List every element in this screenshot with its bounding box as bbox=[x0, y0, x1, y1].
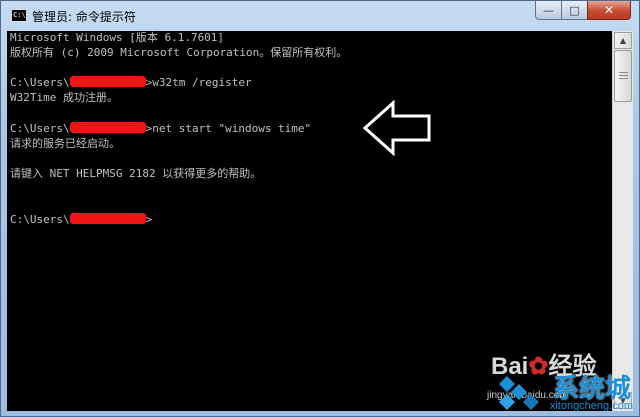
close-icon: ✕ bbox=[603, 3, 615, 17]
minimize-button[interactable]: — bbox=[535, 1, 561, 20]
close-button[interactable]: ✕ bbox=[587, 1, 631, 20]
grip-line bbox=[619, 75, 628, 76]
window-title: 管理员: 命令提示符 bbox=[32, 10, 136, 24]
console-line: 版权所有 (c) 2009 Microsoft Corporation。保留所有… bbox=[10, 46, 348, 59]
prompt-line: C:\Users\ >net start "windows time" bbox=[10, 122, 311, 136]
prompt-path: C:\Users\ bbox=[10, 213, 70, 226]
command-text: >net start "windows time" bbox=[145, 122, 312, 135]
prompt-line: C:\Users\ > bbox=[10, 213, 152, 227]
command-text: > bbox=[145, 213, 153, 226]
chevron-up-icon: ▲ bbox=[619, 36, 627, 45]
title-bar[interactable]: C:\ 管理员: 命令提示符 — □ ✕ bbox=[1, 1, 639, 31]
scroll-down-button[interactable]: ▼ bbox=[614, 392, 632, 409]
minimize-icon: — bbox=[543, 3, 554, 17]
redacted-username bbox=[69, 213, 146, 224]
grip-line bbox=[619, 72, 628, 73]
scroll-up-button[interactable]: ▲ bbox=[614, 32, 632, 49]
cmd-window: C:\ 管理员: 命令提示符 — □ ✕ Microsoft Windows [… bbox=[0, 0, 640, 417]
grip-line bbox=[619, 78, 628, 79]
prompt-line: C:\Users\ >w32tm /register bbox=[10, 76, 252, 90]
scroll-thumb[interactable] bbox=[614, 50, 632, 102]
redacted-username bbox=[69, 76, 146, 87]
console-line: Microsoft Windows [版本 6.1.7601] bbox=[10, 31, 225, 44]
prompt-path: C:\Users\ bbox=[10, 76, 70, 89]
prompt-path: C:\Users\ bbox=[10, 122, 70, 135]
console-app-icon[interactable]: C:\ bbox=[11, 9, 27, 22]
caption-buttons: — □ ✕ bbox=[535, 1, 631, 21]
maximize-icon: □ bbox=[569, 3, 580, 17]
console-output[interactable]: Microsoft Windows [版本 6.1.7601] 版权所有 (c)… bbox=[7, 31, 612, 411]
chevron-down-icon: ▼ bbox=[619, 396, 627, 405]
vertical-scrollbar[interactable]: ▲ ▼ bbox=[612, 31, 633, 411]
maximize-button[interactable]: □ bbox=[561, 1, 587, 20]
console-line: 请键入 NET HELPMSG 2182 以获得更多的帮助。 bbox=[10, 167, 262, 180]
left-arrow-annotation-icon bbox=[363, 99, 431, 157]
console-line: 请求的服务已经启动。 bbox=[10, 137, 120, 150]
redacted-username bbox=[69, 122, 146, 133]
console-line: W32Time 成功注册。 bbox=[10, 91, 118, 104]
command-text: >w32tm /register bbox=[145, 76, 252, 89]
